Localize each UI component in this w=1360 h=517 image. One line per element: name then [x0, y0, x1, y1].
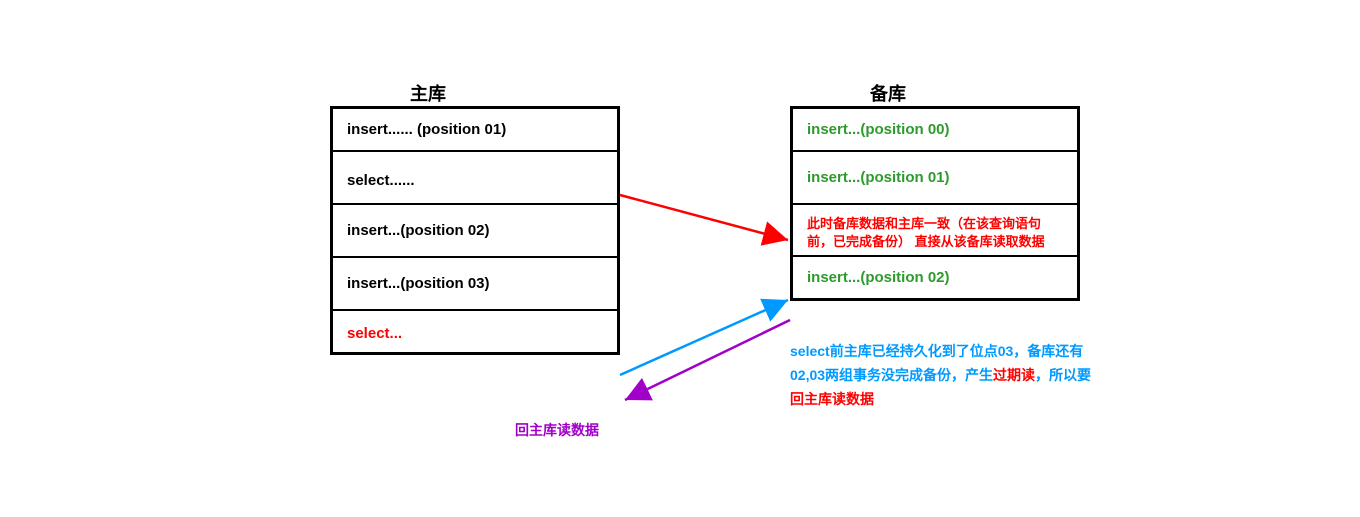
- arrow-red: [620, 195, 788, 240]
- arrow-purple: [625, 320, 790, 400]
- left-title: 主库: [410, 80, 446, 106]
- purple-return-label: 回主库读数据: [515, 420, 599, 440]
- left-row-0: insert...... (position 01): [333, 109, 617, 152]
- left-row-2: insert...(position 02): [333, 205, 617, 258]
- right-row-2: 此时备库数据和主库一致（在该查询语句前，已完成备份） 直接从该备库读取数据: [793, 205, 1077, 257]
- left-row-4: select...: [333, 311, 617, 352]
- right-row-0: insert...(position 00): [793, 109, 1077, 152]
- arrows-layer: [0, 0, 1360, 517]
- left-row-1: select......: [333, 152, 617, 205]
- bottom-note: select前主库已经持久化到了位点03，备库还有02,03两组事务没完成备份，…: [790, 340, 1100, 411]
- right-row-3: insert...(position 02): [793, 257, 1077, 298]
- note-seg2: 过期读: [993, 367, 1035, 383]
- note-seg4: 回主库读数据: [790, 391, 874, 407]
- arrow-blue: [620, 300, 788, 375]
- note-seg3: ，所以要: [1035, 367, 1091, 383]
- left-row-3: insert...(position 03): [333, 258, 617, 311]
- left-box: insert...... (position 01) select...... …: [330, 106, 620, 355]
- right-box: insert...(position 00) insert...(positio…: [790, 106, 1080, 301]
- right-title: 备库: [870, 80, 906, 106]
- right-row-1: insert...(position 01): [793, 152, 1077, 205]
